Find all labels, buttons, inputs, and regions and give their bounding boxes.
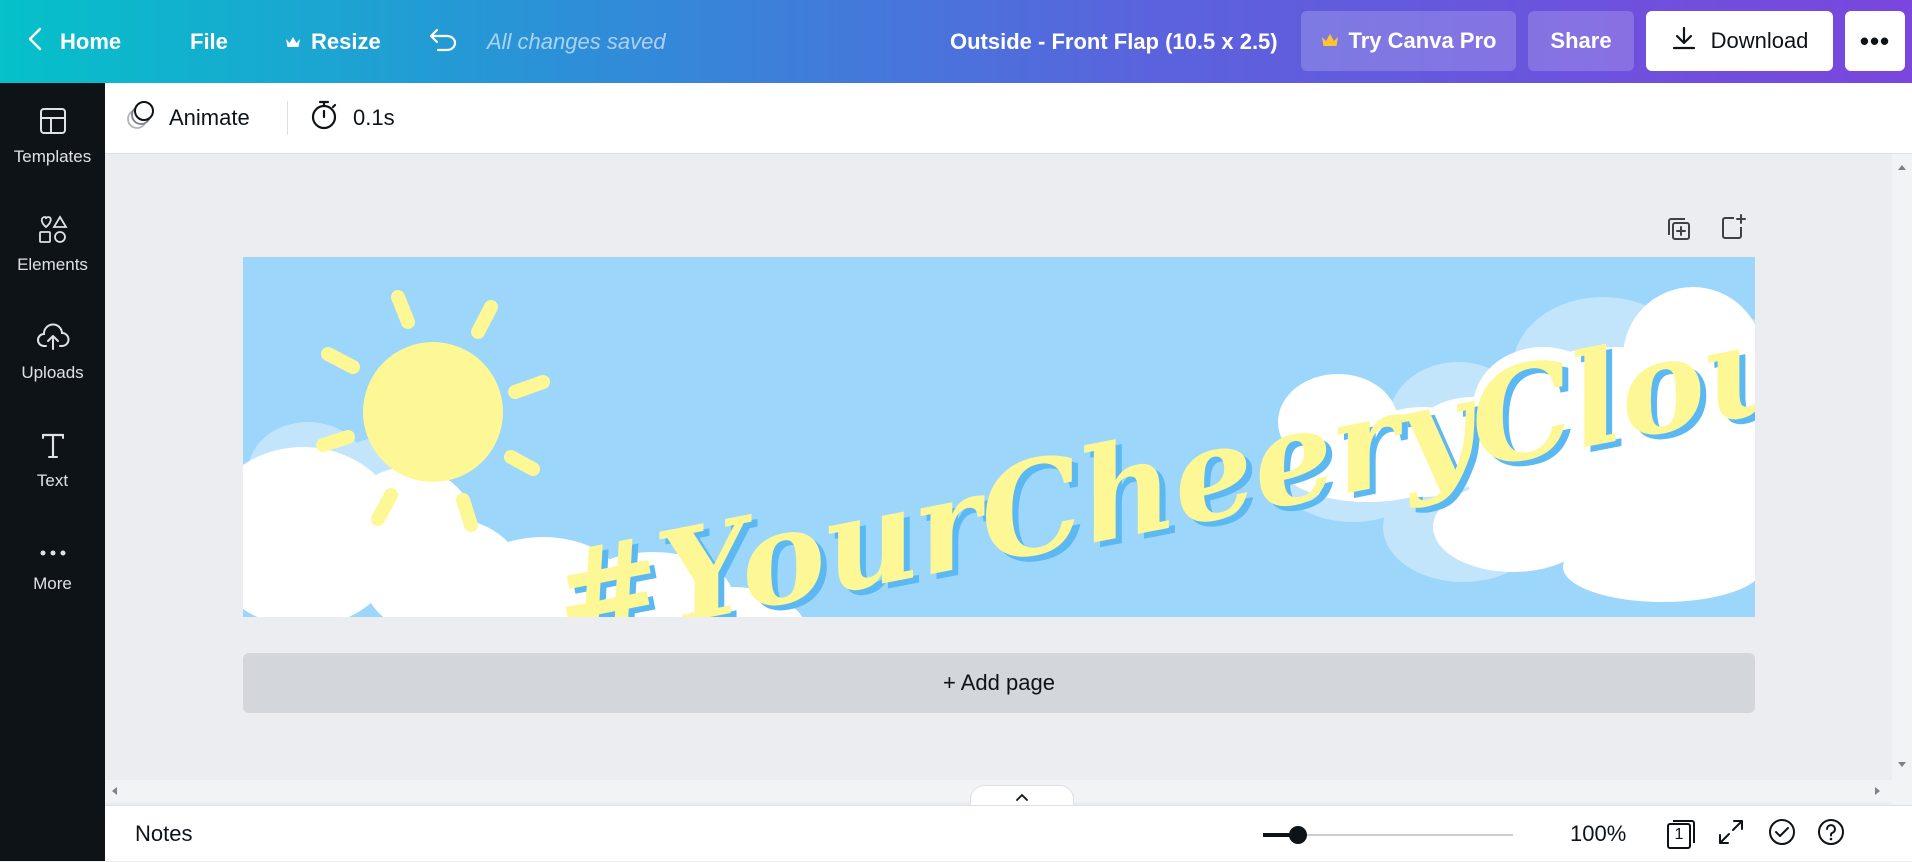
- sidebar-item-text[interactable]: Text: [0, 410, 105, 510]
- notes-button[interactable]: Notes: [135, 806, 192, 862]
- animate-icon: [125, 99, 157, 137]
- help-icon: [1816, 817, 1846, 852]
- try-pro-label: Try Canva Pro: [1348, 28, 1497, 53]
- save-status: All changes saved: [487, 28, 666, 54]
- resize-label: Resize: [311, 28, 381, 54]
- help-button[interactable]: [1816, 806, 1846, 862]
- home-label: Home: [60, 28, 122, 54]
- zoom-percentage[interactable]: 100%: [1570, 806, 1626, 862]
- sidebar-item-uploads[interactable]: Uploads: [0, 302, 105, 402]
- bottom-bar: Notes 100% 1: [105, 805, 1912, 861]
- animate-label: Animate: [169, 105, 250, 130]
- share-label: Share: [1550, 28, 1612, 53]
- page-count: 1: [1674, 826, 1684, 843]
- toolbar-divider: [287, 101, 288, 135]
- sidebar-item-label: Text: [36, 470, 69, 490]
- add-new-page-button[interactable]: [1718, 212, 1748, 247]
- more-icon: [38, 543, 68, 574]
- context-toolbar: Animate 0.1s: [105, 83, 1912, 154]
- chevron-left-icon: [28, 27, 42, 57]
- download-icon: [1671, 25, 1697, 57]
- sidebar-item-label: Elements: [17, 254, 88, 274]
- templates-icon: [38, 106, 68, 147]
- sidebar-item-label: Templates: [13, 146, 92, 166]
- page-count-button[interactable]: 1: [1665, 806, 1697, 862]
- sidebar: Templates Elements Uploads Text More: [0, 83, 105, 861]
- ellipsis-icon: •••: [1859, 25, 1891, 56]
- share-button[interactable]: Share: [1528, 11, 1634, 71]
- crown-icon: [285, 29, 301, 55]
- home-button[interactable]: Home: [28, 0, 121, 83]
- chevron-up-icon: [1015, 789, 1029, 805]
- more-options-button[interactable]: •••: [1845, 11, 1905, 71]
- zoom-slider[interactable]: [1263, 826, 1513, 844]
- undo-icon: [428, 26, 458, 58]
- resize-button[interactable]: Resize: [285, 0, 381, 83]
- vertical-scrollbar[interactable]: [1892, 154, 1912, 805]
- pages-icon: 1: [1665, 818, 1697, 850]
- design-artwork: #YourCheeryCloud #YourCheeryCloud: [243, 257, 1755, 617]
- add-page-button[interactable]: + Add page: [243, 653, 1755, 713]
- sidebar-item-label: More: [33, 573, 72, 593]
- stopwatch-icon: [309, 99, 339, 137]
- duplicate-icon: [1664, 218, 1694, 248]
- elements-icon: [37, 214, 69, 255]
- sidebar-item-templates[interactable]: Templates: [0, 86, 105, 186]
- crown-icon: [1321, 28, 1339, 54]
- download-button[interactable]: Download: [1646, 11, 1833, 71]
- uploads-icon: [36, 322, 70, 363]
- sidebar-item-more[interactable]: More: [0, 518, 105, 618]
- timing-button[interactable]: 0.1s: [309, 83, 395, 153]
- sidebar-item-label: Uploads: [21, 362, 84, 382]
- design-page[interactable]: #YourCheeryCloud #YourCheeryCloud: [243, 257, 1755, 617]
- expand-pages-tab[interactable]: [970, 785, 1074, 807]
- undo-button[interactable]: [428, 0, 458, 83]
- text-icon: [38, 430, 68, 471]
- top-bar: Home File Resize All changes saved Outsi…: [0, 0, 1912, 83]
- check-circle-icon: [1767, 817, 1797, 852]
- animate-button[interactable]: Animate: [125, 83, 250, 153]
- duration-value: 0.1s: [353, 105, 395, 130]
- document-title[interactable]: Outside - Front Flap (10.5 x 2.5): [950, 0, 1278, 83]
- fullscreen-button[interactable]: [1717, 806, 1745, 862]
- zoom-slider-handle[interactable]: [1289, 826, 1307, 844]
- sidebar-item-elements[interactable]: Elements: [0, 194, 105, 294]
- download-label: Download: [1710, 28, 1809, 53]
- file-menu-button[interactable]: File: [190, 0, 228, 83]
- add-page-icon: [1718, 214, 1748, 246]
- check-button[interactable]: [1767, 806, 1797, 862]
- file-label: File: [190, 28, 228, 54]
- duplicate-page-button[interactable]: [1664, 214, 1694, 249]
- try-canva-pro-button[interactable]: Try Canva Pro: [1301, 11, 1516, 71]
- expand-icon: [1717, 818, 1745, 851]
